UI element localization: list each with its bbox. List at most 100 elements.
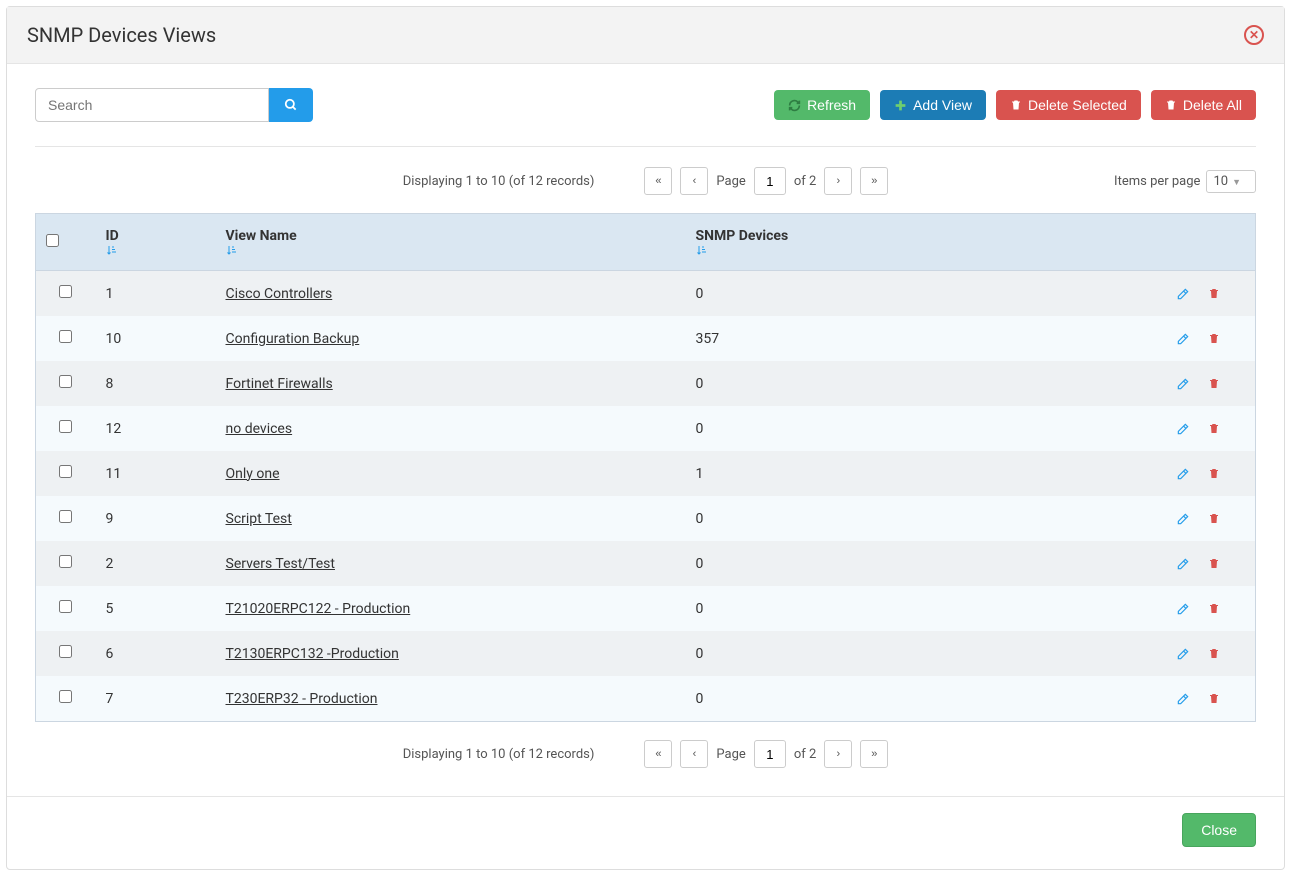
view-name-link[interactable]: Configuration Backup [226, 331, 360, 347]
row-actions [1176, 602, 1246, 616]
view-name-link[interactable]: no devices [226, 421, 293, 437]
edit-icon[interactable] [1176, 467, 1190, 481]
trash-icon[interactable] [1208, 512, 1220, 525]
row-id: 8 [106, 376, 114, 392]
row-checkbox[interactable] [59, 285, 72, 298]
view-name-link[interactable]: T2130ERPC132 -Production [226, 646, 399, 662]
row-actions [1176, 647, 1246, 661]
header-id[interactable]: ID [96, 214, 216, 271]
row-id: 11 [106, 466, 122, 482]
edit-icon[interactable] [1176, 422, 1190, 436]
records-range-label: Displaying 1 to 10 (of 12 records) [403, 174, 595, 189]
row-checkbox[interactable] [59, 465, 72, 478]
close-button[interactable]: Close [1182, 813, 1256, 847]
add-view-button[interactable]: Add View [880, 90, 986, 120]
view-name-link[interactable]: T21020ERPC122 - Production [226, 601, 411, 617]
chevron-double-right-icon: » [871, 175, 877, 187]
header-snmp-devices[interactable]: SNMP Devices [686, 214, 1166, 271]
chevron-double-left-icon: « [655, 175, 661, 187]
search-button[interactable] [269, 88, 313, 122]
row-device-count: 1 [696, 466, 704, 482]
row-device-count: 0 [696, 421, 704, 437]
table-row: 8Fortinet Firewalls0 [36, 361, 1256, 406]
row-checkbox[interactable] [59, 690, 72, 703]
row-checkbox[interactable] [59, 600, 72, 613]
page-input[interactable] [754, 740, 786, 768]
items-per-page-value: 10 [1213, 174, 1228, 189]
edit-icon[interactable] [1176, 512, 1190, 526]
select-all-checkbox[interactable] [46, 234, 59, 247]
row-device-count: 357 [696, 331, 720, 347]
trash-icon[interactable] [1208, 467, 1220, 480]
row-checkbox[interactable] [59, 375, 72, 388]
pager-prev-button[interactable]: ‹ [680, 167, 708, 195]
trash-icon[interactable] [1208, 692, 1220, 705]
edit-icon[interactable] [1176, 332, 1190, 346]
delete-selected-button[interactable]: Delete Selected [996, 90, 1141, 120]
row-actions [1176, 692, 1246, 706]
trash-icon[interactable] [1208, 287, 1220, 300]
pager-controls: « ‹ Page of 2 › » [644, 167, 888, 195]
pager-next-button[interactable]: › [824, 740, 852, 768]
table-body: 1Cisco Controllers010Configuration Backu… [36, 271, 1256, 722]
row-id: 9 [106, 511, 114, 527]
row-checkbox[interactable] [59, 420, 72, 433]
plus-icon [894, 99, 907, 112]
view-name-link[interactable]: Fortinet Firewalls [226, 376, 333, 392]
page-of-label: of 2 [794, 747, 816, 762]
trash-icon [1010, 99, 1022, 111]
pager-first-button[interactable]: « [644, 167, 672, 195]
header-snmp-devices-label: SNMP Devices [696, 228, 789, 244]
refresh-button[interactable]: Refresh [774, 90, 870, 120]
edit-icon[interactable] [1176, 602, 1190, 616]
add-view-label: Add View [913, 97, 972, 113]
search-input[interactable] [35, 88, 269, 122]
table-row: 10 Configuration Backup 357 [36, 316, 1256, 361]
pager-last-button[interactable]: » [860, 740, 888, 768]
pager-last-button[interactable]: » [860, 167, 888, 195]
page-label: Page [716, 747, 745, 762]
toolbar: Refresh Add View Delete Selected [35, 88, 1256, 122]
action-buttons: Refresh Add View Delete Selected [774, 90, 1256, 120]
row-checkbox[interactable] [59, 555, 72, 568]
page-input[interactable] [754, 167, 786, 195]
edit-icon[interactable] [1176, 377, 1190, 391]
row-actions [1176, 332, 1246, 346]
table-row: 6T2130ERPC132 -Production0 [36, 631, 1256, 676]
row-checkbox[interactable] [59, 645, 72, 658]
trash-icon[interactable] [1208, 332, 1220, 345]
edit-icon[interactable] [1176, 557, 1190, 571]
pager-first-button[interactable]: « [644, 740, 672, 768]
trash-icon[interactable] [1208, 557, 1220, 570]
items-per-page-select[interactable]: 10▼ [1206, 170, 1256, 193]
chevron-double-right-icon: » [871, 748, 877, 760]
edit-icon[interactable] [1176, 287, 1190, 301]
pager-prev-button[interactable]: ‹ [680, 740, 708, 768]
view-name-link[interactable]: T230ERP32 - Production [226, 691, 378, 707]
view-name-link[interactable]: Script Test [226, 511, 292, 527]
snmp-views-modal: SNMP Devices Views ✕ Refresh [6, 6, 1285, 870]
row-actions [1176, 512, 1246, 526]
row-id: 1 [106, 286, 114, 302]
pager-bottom: Displaying 1 to 10 (of 12 records) « ‹ P… [35, 722, 1256, 786]
delete-all-button[interactable]: Delete All [1151, 90, 1256, 120]
chevron-right-icon: › [836, 175, 840, 187]
row-id: 10 [106, 331, 122, 347]
divider [35, 146, 1256, 147]
edit-icon[interactable] [1176, 647, 1190, 661]
trash-icon[interactable] [1208, 377, 1220, 390]
header-actions [1166, 214, 1256, 271]
trash-icon[interactable] [1208, 422, 1220, 435]
pager-next-button[interactable]: › [824, 167, 852, 195]
view-name-link[interactable]: Cisco Controllers [226, 286, 333, 302]
view-name-link[interactable]: Servers Test/Test [226, 556, 335, 572]
row-device-count: 0 [696, 601, 704, 617]
row-checkbox[interactable] [59, 510, 72, 523]
row-checkbox[interactable] [59, 330, 72, 343]
trash-icon[interactable] [1208, 602, 1220, 615]
close-icon[interactable]: ✕ [1244, 25, 1264, 45]
edit-icon[interactable] [1176, 692, 1190, 706]
view-name-link[interactable]: Only one [226, 466, 280, 482]
header-view-name[interactable]: View Name [216, 214, 686, 271]
trash-icon[interactable] [1208, 647, 1220, 660]
